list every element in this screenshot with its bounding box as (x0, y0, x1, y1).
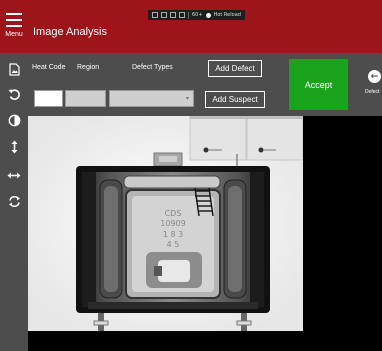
add-defect-button[interactable]: Add Defect (208, 60, 262, 77)
xray-image: CDS 10909 1 8 3 4 5 (28, 116, 303, 331)
vertical-flip-icon (11, 140, 17, 154)
hamburger-icon (6, 13, 22, 27)
page-title: Image Analysis (33, 26, 107, 38)
xray-image-viewer[interactable]: CDS 10909 1 8 3 4 5 (28, 116, 382, 351)
sidebar-item-vertical-flip[interactable] (4, 137, 24, 157)
hot-reload-label: Hot Reload (213, 12, 241, 18)
next-defect-button[interactable]: ← Defect (363, 70, 382, 100)
sidebar-item-rotate[interactable] (4, 84, 24, 104)
region-label: Region (77, 64, 100, 71)
display-layout-adorners-icon[interactable] (170, 12, 176, 18)
next-defect-label: Defect (365, 89, 380, 95)
engraving-line-2: 10909 (160, 219, 185, 228)
heat-code-label: Heat Code (32, 64, 66, 71)
sidebar-item-refresh[interactable] (4, 191, 24, 211)
sidebar-item-image-file[interactable] (4, 59, 24, 79)
viewer-bottom-area (28, 331, 303, 351)
engraving-line-1: CDS (165, 209, 182, 218)
image-file-icon (8, 62, 20, 76)
tool-sidebar (0, 53, 28, 351)
add-suspect-button[interactable]: Add Suspect (205, 91, 265, 108)
defect-types-label: Defect Types (132, 64, 173, 71)
menu-button[interactable]: Menu (0, 12, 28, 48)
chevron-down-icon: ▾ (185, 95, 189, 102)
toolbar-separator (188, 11, 189, 19)
go-to-live-tree-icon[interactable] (161, 12, 167, 18)
region-select[interactable] (65, 90, 106, 107)
debug-toolbar: 60+ Hot Reload (148, 10, 245, 20)
track-focused-element-icon[interactable] (179, 12, 185, 18)
menu-label: Menu (5, 31, 23, 38)
heat-code-input[interactable] (34, 90, 63, 107)
defect-types-select[interactable]: ▾ (109, 90, 194, 107)
refresh-icon (8, 195, 20, 207)
engraving-line-4: 4 5 (167, 240, 180, 249)
horizontal-flip-icon (7, 172, 21, 178)
app-header: Menu Image Analysis 60+ Hot Reload (0, 0, 382, 53)
contrast-icon (8, 114, 20, 126)
accept-button[interactable]: Accept (289, 59, 348, 110)
hot-reload-status-icon (205, 12, 211, 18)
fps-counter: 60+ (192, 12, 203, 18)
sidebar-item-contrast[interactable] (4, 110, 24, 130)
arrow-left-circle-icon: ← (368, 70, 381, 83)
sidebar-item-horizontal-flip[interactable] (4, 165, 24, 185)
select-element-icon[interactable] (152, 12, 158, 18)
rotate-left-icon (8, 88, 20, 100)
image-analysis-app: Menu Image Analysis 60+ Hot Reload Heat … (0, 0, 382, 351)
engraving-line-3: 1 8 3 (163, 230, 183, 239)
